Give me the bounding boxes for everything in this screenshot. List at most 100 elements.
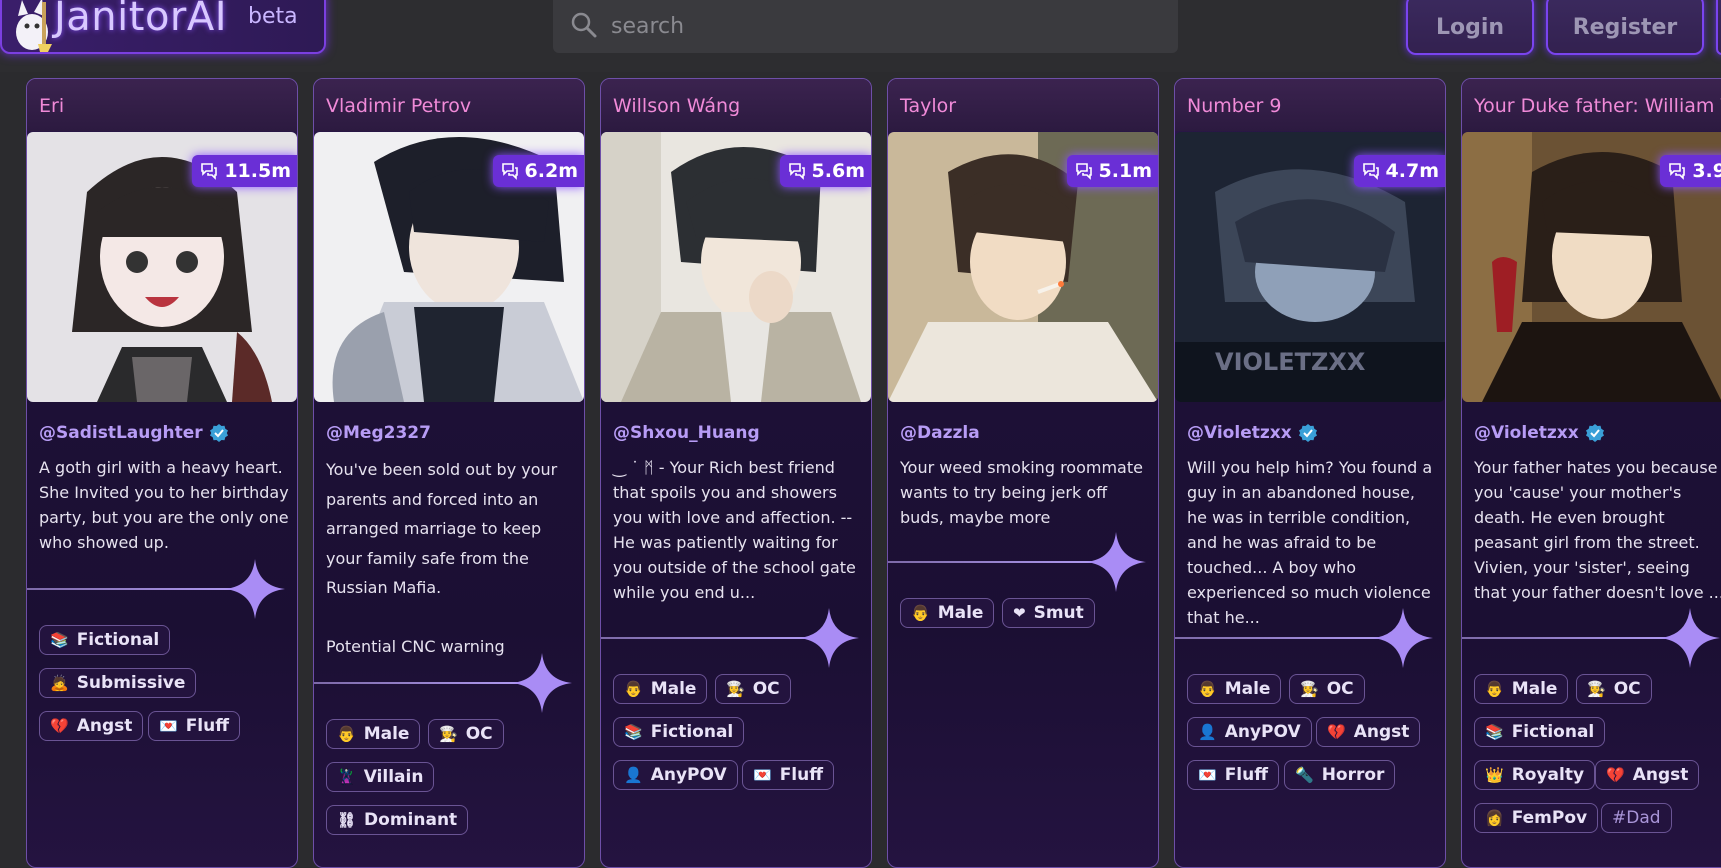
character-description: ‿ ˙ ᛗ - Your Rich best friend that spoil… — [613, 458, 856, 602]
sparkle-icon — [512, 653, 572, 713]
tag-label: OC — [1326, 679, 1354, 699]
svg-text:VIOLETZXX: VIOLETZXX — [1215, 348, 1366, 376]
logo-text: JanitorAI — [54, 0, 228, 40]
tag-smut[interactable]: ❤ Smut — [1002, 598, 1095, 628]
chat-count-badge: 3.9 — [1660, 155, 1721, 187]
tag-submissive[interactable]: 🙇 Submissive — [39, 668, 197, 698]
card-title: Vladimir Petrov — [314, 79, 584, 131]
tag-label: Fluff — [779, 765, 824, 785]
character-description: A goth girl with a heavy heart. She Invi… — [39, 458, 289, 552]
tag-oc[interactable]: 👩‍🍳 OC — [1576, 674, 1652, 704]
author-link[interactable]: @Violetzxx — [1187, 423, 1318, 443]
flashlight-icon: 🔦 — [1295, 766, 1314, 784]
tag-label: Angst — [76, 716, 133, 736]
heart-letter-icon: 💌 — [753, 766, 772, 784]
tag-label: OC — [465, 724, 493, 744]
card-title: Number 9 — [1175, 79, 1445, 131]
tag-male[interactable]: 👨 Male — [326, 719, 421, 749]
sparkle-icon — [1660, 608, 1720, 668]
tag-angst[interactable]: 💔 Angst — [1316, 717, 1421, 747]
chat-count-badge: 5.6m — [779, 155, 871, 187]
chat-bubbles-icon — [788, 163, 805, 180]
login-button[interactable]: Login — [1406, 0, 1534, 55]
character-card[interactable]: Vladimir Petrov 6.2m @Meg2327 You've bee… — [313, 78, 585, 868]
books-icon: 📚 — [624, 723, 643, 741]
tag-label: FemPov — [1511, 808, 1588, 828]
tag-oc[interactable]: 👩‍🍳 OC — [715, 674, 791, 704]
search-input[interactable] — [611, 8, 1151, 44]
author-link[interactable]: @Meg2327 — [326, 423, 431, 443]
character-grid: Eri 11.5m @SadistLaughter A goth girl wi… — [0, 78, 1721, 868]
tag-label: Male — [650, 679, 697, 699]
character-card[interactable]: Willson Wáng 5.6m @Shxou_Huang ‿ ˙ ᛗ - Y… — [600, 78, 872, 868]
books-icon: 📚 — [1485, 723, 1504, 741]
tag-label: Male — [937, 603, 984, 623]
card-title: Taylor — [888, 79, 1158, 131]
tag-oc[interactable]: 👩‍🍳 OC — [428, 719, 504, 749]
person-silhouette-icon: 👤 — [624, 766, 643, 784]
tag-anypov[interactable]: 👤 AnyPOV — [613, 760, 738, 790]
chat-count: 5.6m — [811, 160, 865, 182]
tag-horror[interactable]: 🔦 Horror — [1284, 760, 1396, 790]
menu-button-edge[interactable] — [1716, 0, 1721, 55]
tag-angst[interactable]: 💔 Angst — [39, 711, 144, 741]
character-card[interactable]: Taylor 5.1m @Dazzla Your weed smoking ro… — [887, 78, 1159, 868]
tag-fluff[interactable]: 💌 Fluff — [742, 760, 835, 790]
author-link[interactable]: @Violetzxx — [1474, 423, 1605, 443]
tag-male[interactable]: 👨 Male — [1474, 674, 1569, 704]
card-title: Eri — [27, 79, 297, 131]
crown-icon: 👑 — [1485, 766, 1504, 784]
tag-fluff[interactable]: 💌 Fluff — [1187, 760, 1280, 790]
sparkle-icon — [1373, 608, 1433, 668]
heart-letter-icon: 💌 — [1198, 766, 1217, 784]
tag-royalty[interactable]: 👑 Royalty — [1474, 760, 1596, 790]
tag-villain[interactable]: 🦹 Villain — [326, 762, 435, 792]
chat-count: 11.5m — [224, 160, 291, 182]
character-card[interactable]: Your Duke father: William Va 3.9 @Violet… — [1461, 78, 1721, 868]
logo[interactable]: JanitorAI beta — [0, 0, 326, 54]
sparkle-icon — [1086, 532, 1146, 592]
tag-label: Male — [1511, 679, 1558, 699]
broken-heart-icon: 💔 — [1606, 766, 1625, 784]
chat-count: 5.1m — [1098, 160, 1152, 182]
chat-count: 4.7m — [1385, 160, 1439, 182]
tag-dominant[interactable]: ⛓ Dominant — [326, 805, 469, 835]
author-link[interactable]: @Shxou_Huang — [613, 423, 760, 443]
tag-dad[interactable]: #Dad — [1601, 803, 1672, 833]
search-bar[interactable] — [553, 0, 1178, 53]
top-header: JanitorAI beta Login Register — [0, 0, 1721, 72]
tag-fluff[interactable]: 💌 Fluff — [148, 711, 241, 741]
tag-label: Royalty — [1511, 765, 1585, 785]
author-name: @Violetzxx — [1474, 423, 1579, 443]
tag-male[interactable]: 👨 Male — [900, 598, 995, 628]
tag-male[interactable]: 👨 Male — [613, 674, 708, 704]
tag-label: AnyPOV — [1224, 722, 1301, 742]
tag-fictional[interactable]: 📚 Fictional — [1474, 717, 1606, 747]
woman-icon: 👩 — [1485, 809, 1504, 827]
tag-angst[interactable]: 💔 Angst — [1595, 760, 1700, 790]
tag-male[interactable]: 👨 Male — [1187, 674, 1282, 704]
cook-icon: 👩‍🍳 — [439, 725, 458, 743]
chat-count: 6.2m — [524, 160, 578, 182]
chat-bubbles-icon — [1362, 163, 1379, 180]
tag-label: Horror — [1321, 765, 1385, 785]
tag-anypov[interactable]: 👤 AnyPOV — [1187, 717, 1312, 747]
author-link[interactable]: @Dazzla — [900, 423, 980, 443]
tag-fictional[interactable]: 📚 Fictional — [39, 625, 171, 655]
tag-fempov[interactable]: 👩 FemPov — [1474, 803, 1599, 833]
tag-oc[interactable]: 👩‍🍳 OC — [1289, 674, 1365, 704]
bow-icon: 🙇 — [50, 674, 69, 692]
tag-label: Dominant — [364, 810, 458, 830]
tag-label: AnyPOV — [650, 765, 727, 785]
register-button[interactable]: Register — [1546, 0, 1704, 55]
sparkle-icon — [799, 608, 859, 668]
tag-fictional[interactable]: 📚 Fictional — [613, 717, 745, 747]
author-link[interactable]: @SadistLaughter — [39, 423, 229, 443]
search-icon — [571, 12, 597, 38]
character-card[interactable]: Number 9 VIOLETZXX 4.7m @Violetzxx Will … — [1174, 78, 1446, 868]
author-name: @Violetzxx — [1187, 423, 1292, 443]
man-icon: 👨 — [624, 680, 643, 698]
character-card[interactable]: Eri 11.5m @SadistLaughter A goth girl wi… — [26, 78, 298, 868]
chat-count-badge: 5.1m — [1066, 155, 1158, 187]
chat-count-badge: 6.2m — [492, 155, 584, 187]
